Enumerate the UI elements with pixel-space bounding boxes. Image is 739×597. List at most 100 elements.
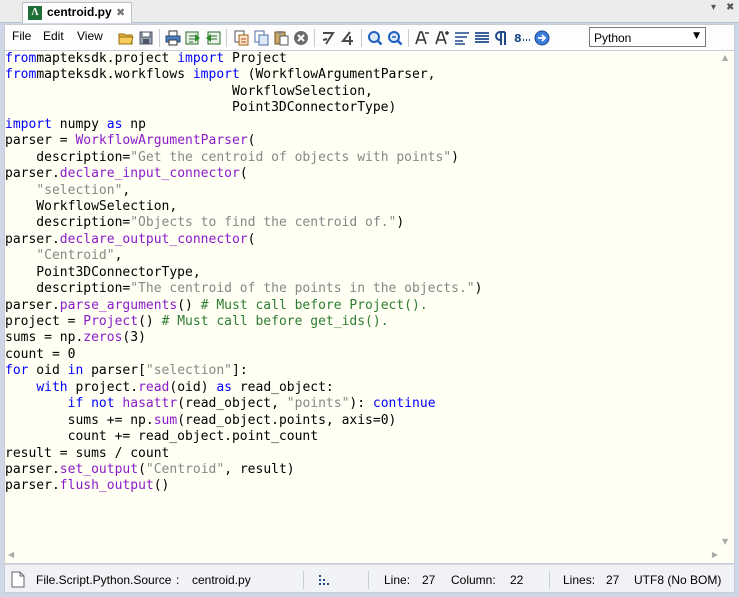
code-token: Point3DConnectorType) bbox=[5, 100, 397, 116]
code-line[interactable]: WorkflowSelection, bbox=[5, 84, 721, 100]
code-token: parser. bbox=[5, 461, 60, 477]
code-line[interactable]: count = 0 bbox=[5, 347, 721, 363]
code-line[interactable]: project = Project() # Must call before g… bbox=[5, 314, 721, 330]
code-token: parser[ bbox=[83, 363, 146, 379]
code-token: WorkflowSelection, bbox=[5, 83, 373, 99]
code-editor[interactable]: frommapteksdk.project import Project from… bbox=[4, 50, 735, 564]
menu-edit[interactable]: Edit bbox=[43, 29, 64, 43]
code-token: parse_arguments bbox=[59, 297, 178, 313]
find-next-icon[interactable] bbox=[386, 29, 403, 46]
code-token: "Get the centroid of objects with points… bbox=[130, 149, 452, 165]
code-token: numpy bbox=[51, 116, 107, 132]
code-token: description= bbox=[5, 215, 131, 231]
lines-label: Lines: bbox=[563, 573, 596, 587]
code-line[interactable]: with project.read(oid) as read_object: bbox=[5, 380, 721, 396]
scroll-down-icon[interactable]: ▼ bbox=[722, 537, 728, 546]
code-line[interactable]: count += read_object.point_count bbox=[5, 429, 721, 445]
pilcrow-icon[interactable] bbox=[493, 29, 510, 46]
code-token: for bbox=[5, 363, 29, 379]
code-line[interactable]: frommapteksdk.workflows import (Workflow… bbox=[5, 67, 721, 83]
export-icon[interactable] bbox=[184, 29, 201, 46]
scroll-right-icon[interactable]: ▶ bbox=[712, 550, 718, 559]
code-line[interactable]: "selection", bbox=[5, 183, 721, 199]
code-token: parser. bbox=[5, 231, 60, 247]
code-line[interactable]: frommapteksdk.project import Project bbox=[5, 51, 721, 67]
clear-icon[interactable] bbox=[292, 29, 309, 46]
align-icon[interactable] bbox=[473, 29, 490, 46]
code-token: mapteksdk.workflows bbox=[36, 67, 193, 83]
code-token: description= bbox=[5, 281, 131, 297]
code-line[interactable]: import numpy as np bbox=[5, 117, 721, 133]
scroll-left-icon[interactable]: ◀ bbox=[8, 550, 14, 559]
goto-icon[interactable] bbox=[533, 29, 550, 46]
code-token: Project bbox=[83, 314, 139, 329]
menu-view[interactable]: View bbox=[77, 29, 103, 43]
vertical-scrollbar[interactable]: ▲ ▼ bbox=[719, 51, 734, 548]
undo-icon[interactable] bbox=[319, 29, 336, 46]
scroll-up-icon[interactable]: ▲ bbox=[722, 53, 728, 62]
toolbar: File Edit View 8 Python ▼ bbox=[4, 24, 735, 50]
code-line[interactable]: sums = np.zeros(3) bbox=[5, 330, 721, 346]
code-token: continue bbox=[372, 396, 436, 412]
code-line[interactable]: sums += np.sum(read_object.points, axis=… bbox=[5, 413, 721, 429]
code-line[interactable]: parser.declare_input_connector( bbox=[5, 166, 721, 182]
code-token: description= bbox=[5, 149, 131, 165]
code-token: ) bbox=[451, 149, 459, 165]
copy-icon[interactable] bbox=[252, 29, 269, 46]
status-bar: File.Script.Python.Source : centroid.py … bbox=[4, 564, 735, 593]
print-icon[interactable] bbox=[164, 29, 181, 46]
code-line[interactable]: for oid in parser["selection"]: bbox=[5, 363, 721, 379]
import-icon[interactable] bbox=[204, 29, 221, 46]
line-numbers-icon[interactable]: 8 bbox=[513, 29, 530, 46]
code-line[interactable]: WorkflowSelection, bbox=[5, 199, 721, 215]
line-label: Line: bbox=[384, 573, 411, 587]
increase-font-icon[interactable] bbox=[433, 29, 450, 46]
code-line[interactable]: parser.declare_output_connector( bbox=[5, 232, 721, 248]
code-line[interactable]: parser.flush_output() bbox=[5, 478, 721, 494]
code-token: count += read_object.point_count bbox=[5, 429, 319, 445]
code-line[interactable]: parser = WorkflowArgumentParser( bbox=[5, 133, 721, 149]
open-folder-icon[interactable] bbox=[117, 29, 134, 46]
indent-icon[interactable] bbox=[318, 574, 331, 589]
redo-icon[interactable] bbox=[339, 29, 356, 46]
code-line[interactable]: description="Get the centroid of objects… bbox=[5, 150, 721, 166]
menu-file[interactable]: File bbox=[12, 29, 31, 43]
decrease-font-icon[interactable] bbox=[413, 29, 430, 46]
code-line[interactable]: result = sums / count bbox=[5, 446, 721, 462]
horizontal-scrollbar[interactable]: ◀ ▶ bbox=[5, 548, 721, 563]
script-type: File.Script.Python.Source bbox=[36, 573, 172, 587]
code-token: import bbox=[192, 67, 240, 83]
code-line[interactable]: description="The centroid of the points … bbox=[5, 281, 721, 297]
code-token: sum bbox=[153, 412, 178, 428]
tab-list-dropdown-icon[interactable]: ▾ bbox=[711, 2, 716, 13]
code-token: parser = bbox=[5, 133, 76, 149]
line-value: 27 bbox=[422, 573, 436, 587]
code-line[interactable]: parser.parse_arguments() # Must call bef… bbox=[5, 298, 721, 314]
close-window-icon[interactable]: ✖ bbox=[726, 2, 734, 13]
code-token: project = bbox=[5, 314, 84, 329]
code-line[interactable]: "Centroid", bbox=[5, 248, 721, 264]
find-icon[interactable] bbox=[366, 29, 383, 46]
status-separator bbox=[368, 571, 369, 589]
code-line[interactable]: description="Objects to find the centroi… bbox=[5, 215, 721, 231]
tab-centroid-py[interactable]: Λ centroid.py ✖ bbox=[22, 2, 132, 23]
code-content[interactable]: frommapteksdk.project import Project from… bbox=[5, 51, 721, 495]
code-line[interactable]: Point3DConnectorType) bbox=[5, 100, 721, 116]
code-token: Project bbox=[224, 51, 287, 66]
code-token: ) bbox=[474, 281, 483, 297]
paste-icon[interactable] bbox=[272, 29, 289, 46]
code-token: ( bbox=[247, 133, 256, 149]
code-line[interactable]: Point3DConnectorType, bbox=[5, 265, 721, 281]
code-line[interactable]: if not hasattr(read_object, "points"): c… bbox=[5, 396, 721, 412]
code-line[interactable]: parser.set_output("Centroid", result) bbox=[5, 462, 721, 478]
code-token: ( bbox=[138, 461, 146, 477]
word-wrap-icon[interactable] bbox=[453, 29, 470, 46]
code-token: (3) bbox=[122, 330, 146, 346]
language-select[interactable]: Python ▼ bbox=[589, 27, 706, 47]
close-tab-icon[interactable]: ✖ bbox=[116, 6, 125, 19]
cut-icon[interactable] bbox=[232, 29, 249, 46]
code-token: ( bbox=[247, 231, 256, 247]
save-icon[interactable] bbox=[137, 29, 154, 46]
